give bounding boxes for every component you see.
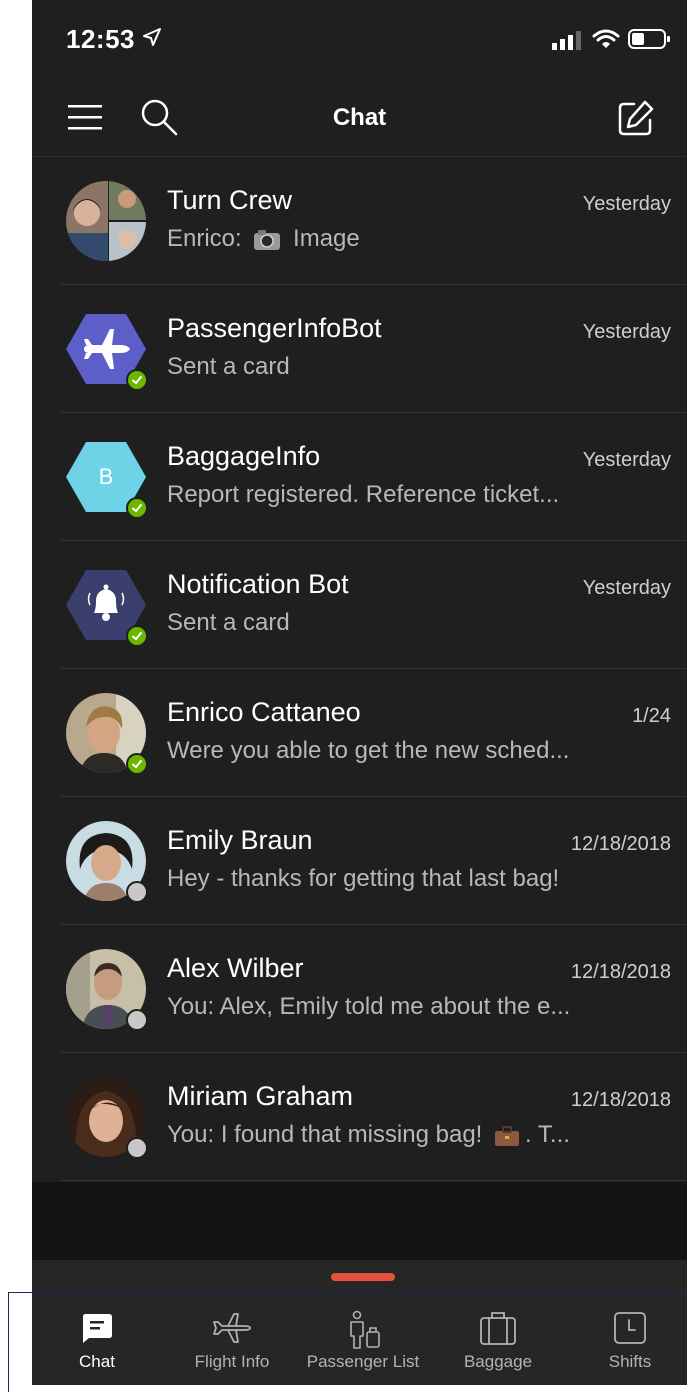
chat-name: BaggageInfo bbox=[167, 441, 321, 471]
avatar bbox=[66, 949, 148, 1031]
chat-row-turn-crew[interactable]: Turn Crew Yesterday Enrico: Image bbox=[32, 157, 687, 285]
chat-timestamp: Yesterday bbox=[582, 577, 671, 599]
presence-offline-badge bbox=[126, 1137, 148, 1159]
avatar bbox=[66, 565, 148, 647]
chat-row-enrico-cattaneo[interactable]: Enrico Cattaneo 1/24 Were you able to ge… bbox=[32, 669, 687, 797]
chat-row-alex-wilber[interactable]: Alex Wilber 12/18/2018 You: Alex, Emily … bbox=[32, 925, 687, 1053]
divider bbox=[60, 1180, 687, 1181]
compose-icon bbox=[618, 100, 654, 136]
page-title: Chat bbox=[332, 104, 387, 131]
avatar bbox=[66, 181, 146, 261]
cellular-signal-icon bbox=[552, 31, 581, 50]
battery-icon bbox=[628, 29, 670, 49]
app-header: Chat bbox=[32, 80, 687, 157]
tab-label: Chat bbox=[79, 1352, 115, 1371]
chat-row-notification-bot[interactable]: Notification Bot Yesterday Sent a card bbox=[32, 541, 687, 669]
presence-available-badge bbox=[126, 625, 148, 647]
teams-mobile-app: 12:53 Chat Turn Crew Yesterday Enrico: I… bbox=[32, 0, 687, 1385]
presence-available-badge bbox=[126, 369, 148, 391]
briefcase-icon bbox=[495, 1125, 519, 1146]
tab-baggage[interactable]: Baggage bbox=[450, 1292, 546, 1385]
avatar bbox=[66, 1077, 148, 1159]
chat-timestamp: Yesterday bbox=[582, 449, 671, 471]
passenger-icon bbox=[350, 1310, 380, 1349]
chat-preview: You: Alex, Emily told me about the e... bbox=[167, 993, 571, 1020]
chat-name: Miriam Graham bbox=[167, 1081, 354, 1111]
tab-chat[interactable]: Chat bbox=[52, 1292, 142, 1385]
chat-preview: Sent a card bbox=[167, 609, 290, 636]
location-arrow-icon bbox=[143, 28, 161, 46]
chat-timestamp: Yesterday bbox=[582, 321, 671, 343]
status-bar: 12:53 bbox=[32, 0, 687, 80]
chat-list: Turn Crew Yesterday Enrico: Image Passen… bbox=[32, 157, 687, 1181]
drawer-handle[interactable] bbox=[331, 1273, 395, 1281]
preview-text: Image bbox=[293, 225, 360, 252]
avatar-letter: B bbox=[98, 464, 114, 489]
chat-preview: Enrico: Image bbox=[167, 225, 360, 253]
chat-row-baggageinfo[interactable]: B BaggageInfo Yesterday Report registere… bbox=[32, 413, 687, 541]
wifi-icon bbox=[592, 29, 620, 48]
chat-name: Emily Braun bbox=[167, 825, 313, 855]
presence-offline-badge bbox=[126, 1009, 148, 1031]
shifts-icon bbox=[614, 1312, 646, 1344]
group-avatar bbox=[66, 181, 146, 261]
chat-timestamp: 1/24 bbox=[632, 705, 671, 727]
tab-flight-info[interactable]: Flight Info bbox=[182, 1292, 282, 1385]
airplane-icon bbox=[213, 1313, 251, 1343]
tab-shifts[interactable]: Shifts bbox=[585, 1292, 675, 1385]
chat-preview: You: I found that missing bag! . T... bbox=[167, 1121, 570, 1149]
avatar bbox=[66, 693, 148, 775]
chat-preview: Were you able to get the new sched... bbox=[167, 737, 570, 764]
tab-label: Baggage bbox=[463, 1352, 533, 1371]
chat-timestamp: 12/18/2018 bbox=[570, 833, 671, 855]
avatar bbox=[66, 821, 148, 903]
camera-icon bbox=[254, 229, 281, 250]
presence-offline-badge bbox=[126, 881, 148, 903]
tab-label: Flight Info bbox=[194, 1352, 270, 1371]
chat-name: Notification Bot bbox=[167, 569, 349, 599]
chat-timestamp: 12/18/2018 bbox=[570, 1089, 671, 1111]
chat-row-miriam-graham[interactable]: Miriam Graham 12/18/2018 You: I found th… bbox=[32, 1053, 687, 1181]
chat-timestamp: Yesterday bbox=[582, 193, 671, 215]
tab-label: Shifts bbox=[608, 1352, 652, 1371]
compose-button[interactable] bbox=[614, 96, 658, 140]
tab-label: Passenger List bbox=[306, 1352, 420, 1371]
preview-sender: Enrico: bbox=[167, 225, 242, 252]
bottom-tab-bar: Chat Flight Info Passenger List Baggage … bbox=[32, 1292, 687, 1385]
avatar: B bbox=[66, 437, 148, 519]
chat-row-passengerinfobot[interactable]: PassengerInfoBot Yesterday Sent a card bbox=[32, 285, 687, 413]
baggage-icon bbox=[480, 1312, 516, 1345]
preview-text: You: I found that missing bag! bbox=[167, 1121, 483, 1148]
preview-text-end: . T... bbox=[525, 1121, 570, 1148]
chat-row-emily-braun[interactable]: Emily Braun 12/18/2018 Hey - thanks for … bbox=[32, 797, 687, 925]
tab-passenger-list[interactable]: Passenger List bbox=[298, 1292, 428, 1385]
chat-preview: Sent a card bbox=[167, 353, 290, 380]
chat-preview: Hey - thanks for getting that last bag! bbox=[167, 865, 560, 892]
avatar bbox=[66, 309, 148, 391]
chat-name: Turn Crew bbox=[167, 185, 293, 215]
chat-icon bbox=[83, 1314, 112, 1343]
chat-name: Alex Wilber bbox=[167, 953, 304, 983]
list-empty-space bbox=[32, 1182, 687, 1260]
chat-preview: Report registered. Reference ticket... bbox=[167, 481, 560, 508]
chat-name: PassengerInfoBot bbox=[167, 313, 382, 343]
status-time: 12:53 bbox=[66, 24, 135, 54]
chat-timestamp: 12/18/2018 bbox=[570, 961, 671, 983]
presence-available-badge bbox=[126, 753, 148, 775]
presence-available-badge bbox=[126, 497, 148, 519]
chat-name: Enrico Cattaneo bbox=[167, 697, 361, 727]
